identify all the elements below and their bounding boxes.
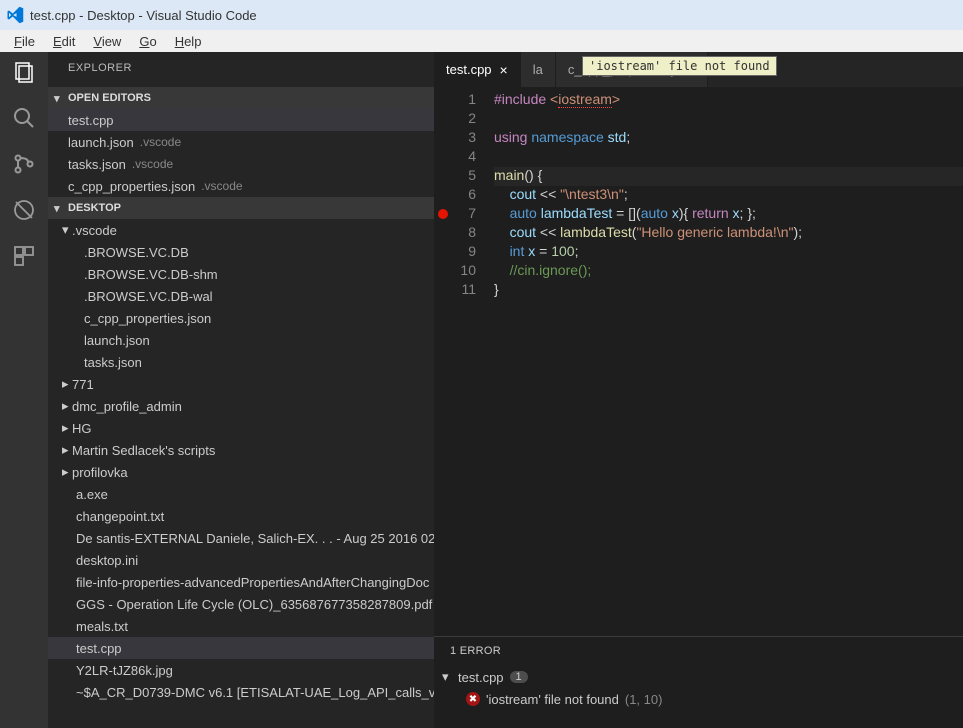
file-item[interactable]: ~$A_CR_D0739-DMC v6.1 [ETISALAT-UAE_Log_… xyxy=(48,681,434,703)
file-item[interactable]: changepoint.txt xyxy=(48,505,434,527)
folder-item[interactable]: ▸HG xyxy=(48,417,434,439)
caret-down-icon: ▾ xyxy=(54,202,64,215)
problem-item[interactable]: ✖ 'iostream' file not found (1, 10) xyxy=(442,688,955,710)
error-icon: ✖ xyxy=(466,692,480,706)
file-item[interactable]: .BROWSE.VC.DB-shm xyxy=(48,263,434,285)
file-item[interactable]: a.exe xyxy=(48,483,434,505)
activity-debug-icon[interactable] xyxy=(12,198,36,222)
editor-tabs: test.cpp×lac_cpp_properties.json 'iostre… xyxy=(434,52,963,87)
folder-item[interactable]: ▸Martin Sedlacek's scripts xyxy=(48,439,434,461)
file-item[interactable]: .BROWSE.VC.DB xyxy=(48,241,434,263)
file-item[interactable]: De santis-EXTERNAL Daniele, Salich-EX. .… xyxy=(48,527,434,549)
folder-item[interactable]: ▸dmc_profile_admin xyxy=(48,395,434,417)
editor-tab[interactable]: la xyxy=(521,52,556,87)
editor-area: test.cpp×lac_cpp_properties.json 'iostre… xyxy=(434,52,963,728)
file-item[interactable]: launch.json xyxy=(48,329,434,351)
breakpoint-icon[interactable] xyxy=(438,209,448,219)
menu-go[interactable]: Go xyxy=(131,32,164,51)
file-item[interactable]: GGS - Operation Life Cycle (OLC)_6356876… xyxy=(48,593,434,615)
open-editors-header[interactable]: ▾ OPEN EDITORS xyxy=(48,87,434,109)
problems-header[interactable]: 1 ERROR xyxy=(434,637,963,664)
file-item[interactable]: test.cpp xyxy=(48,637,434,659)
problem-file-row[interactable]: ▾ test.cpp 1 xyxy=(442,666,955,688)
file-item[interactable]: tasks.json xyxy=(48,351,434,373)
activity-explorer-icon[interactable] xyxy=(12,60,36,84)
sidebar-explorer: EXPLORER ▾ OPEN EDITORS test.cpplaunch.j… xyxy=(48,52,434,728)
folder-item[interactable]: ▸profilovka xyxy=(48,461,434,483)
problems-panel: 1 ERROR ▾ test.cpp 1 ✖ 'iostream' file n… xyxy=(434,636,963,728)
error-tooltip: 'iostream' file not found xyxy=(582,56,777,76)
menu-bar: File Edit View Go Help xyxy=(0,30,963,52)
open-editor-item[interactable]: c_cpp_properties.json .vscode xyxy=(48,175,434,197)
file-item[interactable]: desktop.ini xyxy=(48,549,434,571)
file-item[interactable]: c_cpp_properties.json xyxy=(48,307,434,329)
vscode-icon xyxy=(6,6,24,24)
folder-header[interactable]: ▾ DESKTOP xyxy=(48,197,434,219)
code-area[interactable]: 1234567891011 #include <iostream>using n… xyxy=(434,87,963,636)
file-item[interactable]: Y2LR-tJZ86k.jpg xyxy=(48,659,434,681)
open-editor-item[interactable]: launch.json .vscode xyxy=(48,131,434,153)
problems-body: ▾ test.cpp 1 ✖ 'iostream' file not found… xyxy=(434,664,963,712)
problem-count-badge: 1 xyxy=(510,671,528,683)
editor-tab[interactable]: test.cpp× xyxy=(434,52,521,87)
menu-edit[interactable]: Edit xyxy=(45,32,83,51)
file-tree: ▾.vscode.BROWSE.VC.DB.BROWSE.VC.DB-shm.B… xyxy=(48,219,434,728)
file-item[interactable]: file-info-properties-advancedPropertiesA… xyxy=(48,571,434,593)
open-editors-list: test.cpplaunch.json .vscodetasks.json .v… xyxy=(48,109,434,197)
caret-down-icon: ▾ xyxy=(54,92,64,105)
window-title: test.cpp - Desktop - Visual Studio Code xyxy=(30,8,257,23)
activity-extensions-icon[interactable] xyxy=(12,244,36,268)
menu-view[interactable]: View xyxy=(85,32,129,51)
line-gutter: 1234567891011 xyxy=(434,87,494,636)
activity-search-icon[interactable] xyxy=(12,106,36,130)
activity-git-icon[interactable] xyxy=(12,152,36,176)
menu-file[interactable]: File xyxy=(6,32,43,51)
tab-close-icon[interactable]: × xyxy=(500,62,508,78)
open-editor-item[interactable]: tasks.json .vscode xyxy=(48,153,434,175)
open-editor-item[interactable]: test.cpp xyxy=(48,109,434,131)
menu-help[interactable]: Help xyxy=(167,32,210,51)
sidebar-title: EXPLORER xyxy=(48,52,434,87)
caret-down-icon: ▾ xyxy=(442,669,452,685)
file-item[interactable]: .BROWSE.VC.DB-wal xyxy=(48,285,434,307)
window-titlebar: test.cpp - Desktop - Visual Studio Code xyxy=(0,0,963,30)
editor: 1234567891011 #include <iostream>using n… xyxy=(434,87,963,728)
folder-item[interactable]: ▸771 xyxy=(48,373,434,395)
activity-bar xyxy=(0,52,48,728)
code-content[interactable]: #include <iostream>using namespace std;m… xyxy=(494,87,963,636)
file-item[interactable]: meals.txt xyxy=(48,615,434,637)
folder-item[interactable]: ▾.vscode xyxy=(48,219,434,241)
